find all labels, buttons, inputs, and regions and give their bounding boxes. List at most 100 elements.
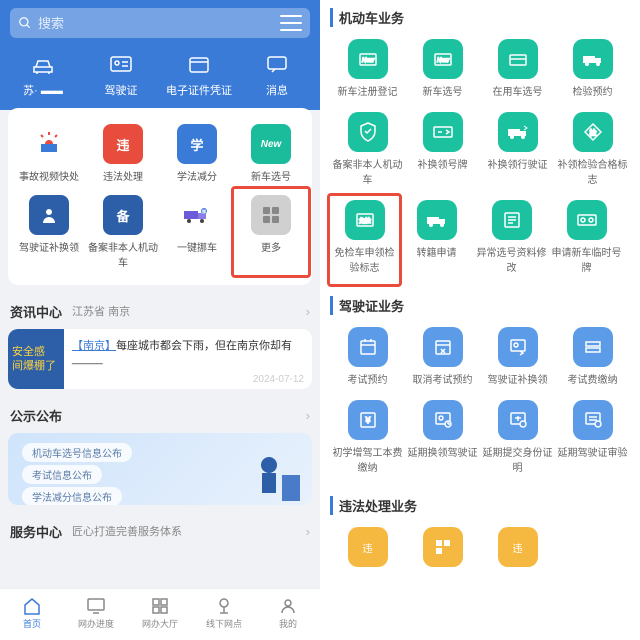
- service-item[interactable]: ¥初学增驾工本费缴纳: [330, 396, 405, 484]
- service-item[interactable]: 考试预约: [330, 323, 405, 396]
- service-icon: [498, 327, 538, 367]
- tab-offline[interactable]: 线下网点: [192, 589, 256, 640]
- service-item[interactable]: 取消考试预约: [405, 323, 480, 396]
- info-title: 资讯中心: [10, 302, 62, 321]
- search-bar[interactable]: [10, 8, 310, 38]
- service-icon: New: [423, 39, 463, 79]
- service-icon: [423, 327, 463, 367]
- service-icon: [423, 112, 463, 152]
- user-icon: [278, 596, 298, 616]
- register-icon: 备: [103, 195, 143, 235]
- svc-header[interactable]: 服务中心 匠心打造完善服务体系 ›: [0, 513, 320, 549]
- qa-violation[interactable]: 违违法处理: [86, 118, 160, 189]
- banner-illustration: [234, 445, 304, 505]
- pub-tag: 机动车选号信息公布: [22, 443, 132, 462]
- qa-more[interactable]: 更多: [231, 186, 311, 278]
- service-item[interactable]: 检验预约: [555, 35, 630, 108]
- car-icon: [30, 53, 56, 75]
- alarm-icon: [35, 130, 63, 158]
- tab-home[interactable]: 首页: [0, 589, 64, 640]
- service-icon: [498, 400, 538, 440]
- violation-icon: [423, 527, 463, 567]
- service-item[interactable]: New新车选号: [405, 35, 480, 108]
- service-item[interactable]: 延期换领驾驶证: [405, 396, 480, 484]
- news-text: 【南京】每座城市都会下雨，但在南京你却有_____2024-07-12: [64, 329, 312, 389]
- service-item[interactable]: 补换领号牌: [405, 108, 480, 196]
- service-item[interactable]: 转转籍申请: [399, 196, 474, 284]
- nav-vehicle[interactable]: 苏· ▬▬: [4, 50, 82, 98]
- service-item[interactable]: 驾驶证补换领: [480, 323, 555, 396]
- service-icon: [348, 327, 388, 367]
- qa-accident[interactable]: 事故视频快处: [12, 118, 86, 189]
- chevron-right-icon: ›: [306, 304, 310, 319]
- service-item[interactable]: 在用车选号: [480, 35, 555, 108]
- search-input[interactable]: [38, 16, 274, 31]
- tab-progress[interactable]: 网办进度: [64, 589, 128, 640]
- qa-move[interactable]: 挪一键挪车: [160, 189, 234, 275]
- service-icon: [567, 200, 607, 240]
- v-item[interactable]: [405, 523, 480, 581]
- person-icon: [29, 195, 69, 235]
- study-icon: 学: [177, 124, 217, 164]
- v-item[interactable]: 违: [480, 523, 555, 581]
- service-item[interactable]: 延期提交身份证明: [480, 396, 555, 484]
- service-item[interactable]: 检补领检验合格标志: [555, 108, 630, 196]
- sec-violation-title: 违法处理业务: [330, 496, 630, 515]
- service-icon: [573, 327, 613, 367]
- nav-msg[interactable]: 消息: [238, 50, 316, 98]
- new-icon: New: [251, 124, 291, 164]
- qa-register[interactable]: 备备案非本人机动车: [86, 189, 160, 275]
- service-icon: [498, 112, 538, 152]
- home-icon: [22, 596, 42, 616]
- license-icon: [108, 54, 134, 74]
- svg-text:转: 转: [445, 212, 449, 220]
- top-nav: 苏· ▬▬ 驾驶证 电子证件凭证 消息: [0, 44, 320, 108]
- tab-bar: 首页 网办进度 网办大厅 线下网点 我的: [0, 588, 320, 640]
- chevron-right-icon: ›: [306, 408, 310, 423]
- news-card[interactable]: 安全感 间爆棚了 【南京】每座城市都会下雨，但在南京你却有_____2024-0…: [8, 329, 312, 389]
- service-icon: [423, 400, 463, 440]
- nav-ecert[interactable]: 电子证件凭证: [160, 50, 238, 98]
- v-item[interactable]: 违: [330, 523, 405, 581]
- qa-replace[interactable]: 驾驶证补换领: [12, 189, 86, 275]
- pub-banner[interactable]: 机动车选号信息公布 考试信息公布 学法减分信息公布: [8, 433, 312, 505]
- service-icon: 转: [417, 200, 457, 240]
- service-icon: 免检: [345, 200, 385, 240]
- pub-tag: 学法减分信息公布: [22, 487, 122, 505]
- svg-text:New: New: [361, 58, 374, 64]
- service-icon: [348, 112, 388, 152]
- menu-icon[interactable]: [280, 12, 302, 34]
- service-icon: ¥: [348, 400, 388, 440]
- service-icon: New: [348, 39, 388, 79]
- service-icon: [573, 400, 613, 440]
- service-item[interactable]: New新车注册登记: [330, 35, 405, 108]
- tab-me[interactable]: 我的: [256, 589, 320, 640]
- svg-text:检: 检: [589, 128, 596, 137]
- sec-license-title: 驾驶证业务: [330, 296, 630, 315]
- info-header[interactable]: 资讯中心 江苏省 南京 ›: [0, 293, 320, 329]
- qa-newcar[interactable]: New新车选号: [234, 118, 308, 189]
- service-item[interactable]: 异常选号资料修改: [474, 196, 549, 284]
- truck-icon: 挪: [177, 195, 217, 235]
- pub-header[interactable]: 公示公布 ›: [0, 397, 320, 433]
- qa-study[interactable]: 学学法减分: [160, 118, 234, 189]
- service-icon: [498, 39, 538, 79]
- violation-icon: 违: [103, 124, 143, 164]
- service-item[interactable]: 延期驾驶证审验: [555, 396, 630, 484]
- service-item[interactable]: 考试费缴纳: [555, 323, 630, 396]
- message-icon: [266, 54, 288, 74]
- service-item[interactable]: 免检免检车申领检验标志: [327, 193, 402, 287]
- service-item[interactable]: 补换领行驶证: [480, 108, 555, 196]
- info-location: 江苏省 南京: [72, 303, 306, 319]
- service-item[interactable]: 备案非本人机动车: [330, 108, 405, 196]
- violation-icon: 违: [348, 527, 388, 567]
- pub-tag: 考试信息公布: [22, 465, 102, 484]
- svc-sub: 匠心打造完善服务体系: [72, 523, 306, 539]
- svg-text:挪: 挪: [202, 208, 206, 214]
- tab-hall[interactable]: 网办大厅: [128, 589, 192, 640]
- service-item[interactable]: 申请新车临时号牌: [549, 196, 624, 284]
- svc-title: 服务中心: [10, 522, 62, 541]
- svg-text:New: New: [436, 58, 449, 64]
- nav-license[interactable]: 驾驶证: [82, 50, 160, 98]
- more-icon: [251, 195, 291, 235]
